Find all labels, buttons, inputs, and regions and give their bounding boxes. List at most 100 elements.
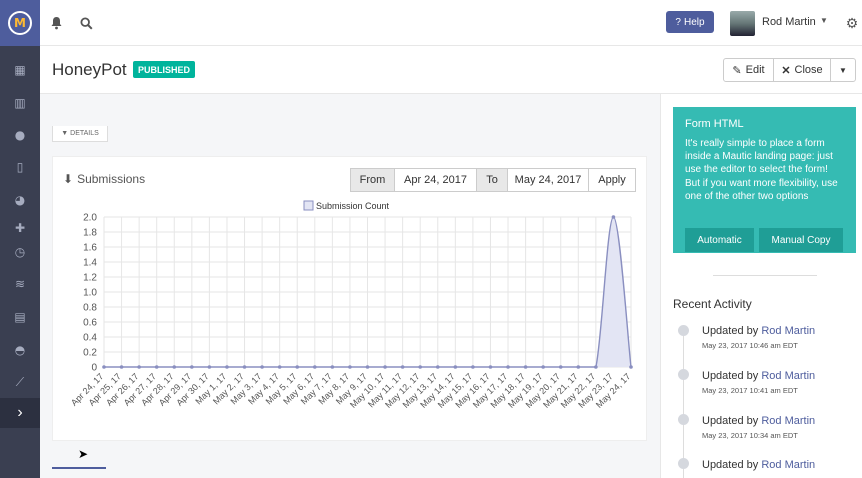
timeline-dot bbox=[678, 414, 689, 425]
data-point bbox=[629, 365, 633, 369]
data-point bbox=[242, 365, 247, 369]
activity-user-link[interactable]: Rod Martin bbox=[761, 325, 815, 337]
activity-item: Updated by Rod Martin bbox=[702, 459, 815, 471]
data-point bbox=[523, 365, 528, 369]
calendar-icon[interactable]: ▥ bbox=[8, 93, 32, 113]
chevron-down-icon[interactable]: ▼ bbox=[820, 16, 828, 25]
page-header: HoneyPot PUBLISHED ✎ Edit ✕ Close ▼ bbox=[40, 46, 862, 94]
status-badge: PUBLISHED bbox=[133, 61, 196, 78]
activity-user-link[interactable]: Rod Martin bbox=[761, 459, 815, 471]
data-point bbox=[453, 365, 458, 369]
data-point bbox=[576, 365, 581, 369]
y-tick-label: 0.6 bbox=[83, 318, 97, 329]
data-point bbox=[225, 365, 229, 369]
gauge-icon[interactable]: ◓ bbox=[8, 340, 32, 360]
help-button[interactable]: ? Help bbox=[666, 11, 714, 33]
more-dropdown-button[interactable]: ▼ bbox=[830, 58, 856, 82]
timeline-line bbox=[683, 330, 684, 478]
automatic-button[interactable]: Automatic bbox=[685, 228, 754, 252]
caret-down-icon: ▼ bbox=[839, 65, 847, 75]
gear-icon[interactable]: ⚙ bbox=[842, 13, 862, 33]
timeline-dot bbox=[678, 325, 689, 336]
submissions-chart: 2.01.81.61.41.21.00.80.60.40.20Apr 24, 1… bbox=[69, 200, 633, 410]
user-name[interactable]: Rod Martin bbox=[762, 16, 816, 28]
y-tick-label: 1.2 bbox=[83, 273, 97, 284]
timeline-dot bbox=[678, 369, 689, 380]
y-tick-label: 0.4 bbox=[83, 333, 97, 344]
data-point bbox=[172, 365, 177, 369]
y-tick-label: 1.4 bbox=[83, 258, 97, 269]
recent-activity-title: Recent Activity bbox=[673, 297, 752, 311]
sidebar-expand-button[interactable]: › bbox=[0, 398, 40, 428]
data-point bbox=[594, 365, 598, 369]
components-icon[interactable]: ▯ bbox=[8, 157, 32, 177]
bell-icon[interactable] bbox=[46, 13, 66, 33]
data-point bbox=[471, 365, 475, 369]
activity-date: May 23, 2017 10:41 am EDT bbox=[702, 386, 798, 395]
data-point bbox=[119, 365, 124, 369]
sidebar: M ▦ ▥ ● ▯ ◕ ✚ ◷ ≋ ▤ ◓ ⟋ › bbox=[0, 0, 40, 478]
data-point bbox=[506, 365, 510, 369]
help-label: Help bbox=[683, 16, 705, 28]
data-point bbox=[154, 365, 159, 369]
avatar[interactable] bbox=[730, 11, 755, 36]
pie-icon[interactable]: ◕ bbox=[8, 190, 32, 210]
contacts-icon[interactable]: ● bbox=[8, 125, 32, 145]
timeline-dot bbox=[678, 458, 689, 469]
clock-icon[interactable]: ◷ bbox=[8, 242, 32, 262]
page-title: HoneyPot bbox=[52, 60, 127, 79]
data-point bbox=[260, 365, 264, 369]
activity-user-link[interactable]: Rod Martin bbox=[761, 370, 815, 382]
edit-button[interactable]: ✎ Edit bbox=[723, 58, 774, 82]
dashboard-icon[interactable]: ▦ bbox=[8, 60, 32, 80]
close-label: Close bbox=[794, 64, 823, 76]
caret-down-icon: ▼ bbox=[61, 130, 69, 137]
data-point bbox=[611, 215, 616, 219]
manual-copy-button[interactable]: Manual Copy bbox=[759, 228, 843, 252]
activity-item: Updated by Rod Martin bbox=[702, 370, 815, 382]
y-tick-label: 1.6 bbox=[83, 243, 97, 254]
data-point bbox=[541, 365, 545, 369]
data-point bbox=[383, 365, 387, 369]
data-point bbox=[313, 365, 317, 369]
question-icon: ? bbox=[675, 16, 681, 28]
y-tick-label: 1.0 bbox=[83, 288, 97, 299]
reports-icon[interactable]: ▤ bbox=[8, 307, 32, 327]
data-point bbox=[277, 365, 282, 369]
activity-item: Updated by Rod Martin bbox=[702, 325, 815, 337]
top-bar: ? Help Rod Martin ▼ ⚙ bbox=[40, 0, 862, 46]
data-point bbox=[137, 365, 141, 369]
legend-label: Submission Count bbox=[316, 201, 390, 211]
close-button[interactable]: ✕ Close bbox=[773, 58, 831, 82]
logo-letter: M bbox=[14, 16, 26, 30]
data-point bbox=[435, 365, 440, 369]
activity-action: Updated by bbox=[702, 325, 759, 337]
close-icon: ✕ bbox=[781, 64, 791, 77]
data-point bbox=[488, 365, 493, 369]
data-point bbox=[190, 365, 194, 369]
puzzle-icon[interactable]: ✚ bbox=[8, 218, 32, 238]
mautic-logo[interactable]: M bbox=[0, 0, 40, 46]
activity-user-link[interactable]: Rod Martin bbox=[761, 415, 815, 427]
search-icon[interactable] bbox=[76, 13, 96, 33]
edit-label: Edit bbox=[745, 64, 765, 76]
mouse-cursor-icon: ➤ bbox=[78, 447, 89, 461]
data-point bbox=[365, 365, 370, 369]
active-tab-indicator bbox=[52, 467, 106, 469]
y-tick-label: 2.0 bbox=[83, 213, 97, 224]
legend-swatch bbox=[303, 200, 314, 211]
rss-icon[interactable]: ≋ bbox=[8, 274, 32, 294]
data-point bbox=[330, 365, 335, 369]
form-html-description: It's really simple to place a form insid… bbox=[685, 138, 838, 202]
divider bbox=[713, 275, 817, 276]
details-toggle[interactable]: ▼ DETAILS bbox=[52, 126, 108, 142]
activity-date: May 23, 2017 10:34 am EDT bbox=[702, 431, 798, 440]
activity-action: Updated by bbox=[702, 459, 759, 471]
y-tick-label: 0.2 bbox=[83, 348, 97, 359]
data-point bbox=[102, 365, 106, 369]
data-point bbox=[558, 365, 563, 369]
data-point bbox=[400, 365, 405, 369]
activity-action: Updated by bbox=[702, 415, 759, 427]
chart-icon[interactable]: ⟋ bbox=[8, 372, 32, 392]
form-html-title: Form HTML bbox=[685, 118, 744, 130]
